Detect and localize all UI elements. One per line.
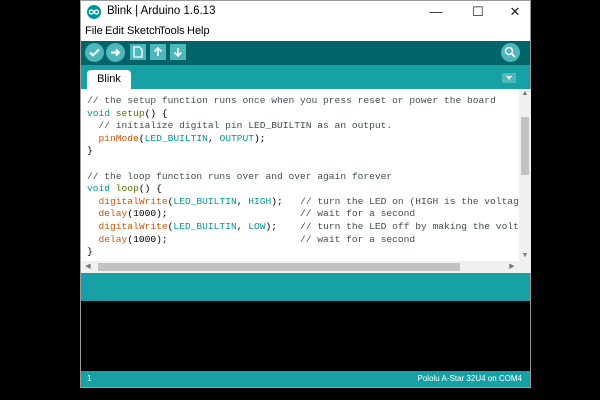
code-token: void	[87, 183, 111, 195]
code-token: digitalWrite	[98, 195, 168, 207]
menu-tools[interactable]: Tools	[159, 25, 185, 37]
code-line[interactable]: // initialize digital pin LED_BUILTIN as…	[87, 119, 393, 132]
horizontal-scrollbar[interactable]: ◀ ▶	[81, 261, 519, 273]
code-token: pinMode	[98, 132, 139, 144]
code-line[interactable]: delay(1000); // wait for a second	[87, 233, 416, 246]
code-token: }	[87, 145, 93, 157]
code-token: delay	[98, 233, 128, 245]
scroll-down-icon[interactable]: ▼	[519, 251, 531, 261]
chevron-down-icon	[506, 76, 512, 80]
code-token: // turn the LED off by making the voltag…	[300, 221, 519, 232]
code-token: ,	[236, 195, 249, 207]
menu-help[interactable]: Help	[187, 25, 210, 37]
code-token: // initialize digital pin LED_BUILTIN as…	[87, 120, 393, 132]
console-output[interactable]	[81, 301, 530, 371]
scroll-left-icon[interactable]: ◀	[83, 261, 93, 273]
menu-file[interactable]: File	[85, 25, 103, 37]
code-token: delay	[98, 208, 128, 220]
vertical-scroll-thumb[interactable]	[521, 117, 529, 175]
code-line[interactable]: digitalWrite(LED_BUILTIN, HIGH); // turn…	[87, 195, 519, 208]
footer-bar: 1 Pololu A-Star 32U4 on COM4	[81, 371, 530, 387]
toolbar	[81, 41, 530, 65]
code-token: // wait for a second	[300, 233, 416, 245]
code-token: );	[271, 195, 301, 207]
code-token: );	[254, 132, 266, 144]
code-token: OUTPUT	[219, 132, 254, 144]
code-token: LED_BUILTIN	[173, 221, 237, 232]
code-token: () {	[144, 107, 168, 119]
code-token: setup	[115, 107, 145, 119]
vertical-scrollbar[interactable]: ▲ ▼	[519, 89, 531, 261]
title-bar[interactable]: Blink | Arduino 1.6.13 — ☐ ✕	[81, 1, 530, 23]
code-line[interactable]: // the setup function runs once when you…	[87, 94, 496, 107]
save-icon	[173, 48, 183, 58]
open-button[interactable]	[150, 44, 166, 60]
line-number: 1	[87, 374, 92, 383]
upload-icon	[111, 48, 121, 57]
upload-button[interactable]	[106, 43, 125, 62]
code-token: ,	[207, 132, 220, 144]
code-line[interactable]: void setup() {	[87, 107, 168, 120]
code-token: digitalWrite	[98, 221, 168, 232]
menu-bar: File Edit Sketch Tools Help	[81, 23, 530, 41]
window-title: Blink | Arduino 1.6.13	[107, 5, 216, 17]
code-token: }	[87, 246, 93, 258]
code-token: LOW	[248, 221, 266, 232]
code-line[interactable]: void loop() {	[87, 182, 162, 195]
new-icon	[133, 46, 143, 58]
board-port-label: Pololu A-Star 32U4 on COM4	[417, 374, 523, 383]
minimize-button[interactable]: —	[420, 1, 452, 23]
code-token: );	[265, 221, 301, 232]
horizontal-scroll-thumb[interactable]	[98, 263, 460, 271]
maximize-button[interactable]: ☐	[462, 1, 494, 23]
code-token: (1000);	[127, 208, 301, 220]
scroll-right-icon[interactable]: ▶	[507, 261, 517, 273]
code-line[interactable]: pinMode(LED_BUILTIN, OUTPUT);	[87, 132, 266, 145]
arduino-ide-window: Blink | Arduino 1.6.13 — ☐ ✕ File Edit S…	[80, 0, 531, 388]
menu-edit[interactable]: Edit	[105, 25, 124, 37]
code-token: // the setup function runs once when you…	[87, 95, 496, 106]
code-token: HIGH	[248, 195, 272, 207]
code-token: // turn the LED on (HIGH is the voltage …	[300, 195, 519, 207]
tab-bar: Blink	[81, 65, 530, 89]
code-token: LED_BUILTIN	[173, 195, 237, 207]
verify-icon	[89, 48, 100, 57]
verify-button[interactable]	[85, 43, 104, 62]
code-token: loop	[115, 183, 139, 195]
code-token: (1000);	[127, 233, 301, 245]
code-line[interactable]: }	[87, 245, 93, 258]
scroll-up-icon[interactable]: ▲	[519, 89, 531, 99]
code-token: // wait for a second	[300, 208, 416, 220]
arduino-logo-icon	[87, 5, 101, 19]
code-line[interactable]: delay(1000); // wait for a second	[87, 207, 416, 220]
code-token: ,	[236, 221, 249, 232]
tab-blink[interactable]: Blink	[87, 70, 131, 89]
serial-monitor-icon	[504, 46, 516, 58]
code-token: // the loop function runs over and over …	[87, 170, 393, 182]
scroll-corner	[519, 261, 531, 273]
new-button[interactable]	[130, 44, 146, 60]
menu-sketch[interactable]: Sketch	[127, 25, 161, 37]
open-icon	[153, 46, 163, 56]
tab-menu-button[interactable]	[502, 73, 516, 83]
code-line[interactable]: digitalWrite(LED_BUILTIN, LOW); // turn …	[87, 220, 519, 233]
code-token: LED_BUILTIN	[144, 132, 208, 144]
status-bar	[81, 273, 530, 301]
code-line[interactable]: }	[87, 144, 93, 157]
code-token: void	[87, 107, 111, 119]
code-line[interactable]: // the loop function runs over and over …	[87, 170, 392, 183]
serial-monitor-button[interactable]	[501, 43, 520, 62]
code-editor[interactable]: // the setup function runs once when you…	[81, 89, 519, 261]
code-token: () {	[138, 183, 162, 195]
save-button[interactable]	[170, 44, 186, 60]
close-button[interactable]: ✕	[499, 1, 531, 23]
